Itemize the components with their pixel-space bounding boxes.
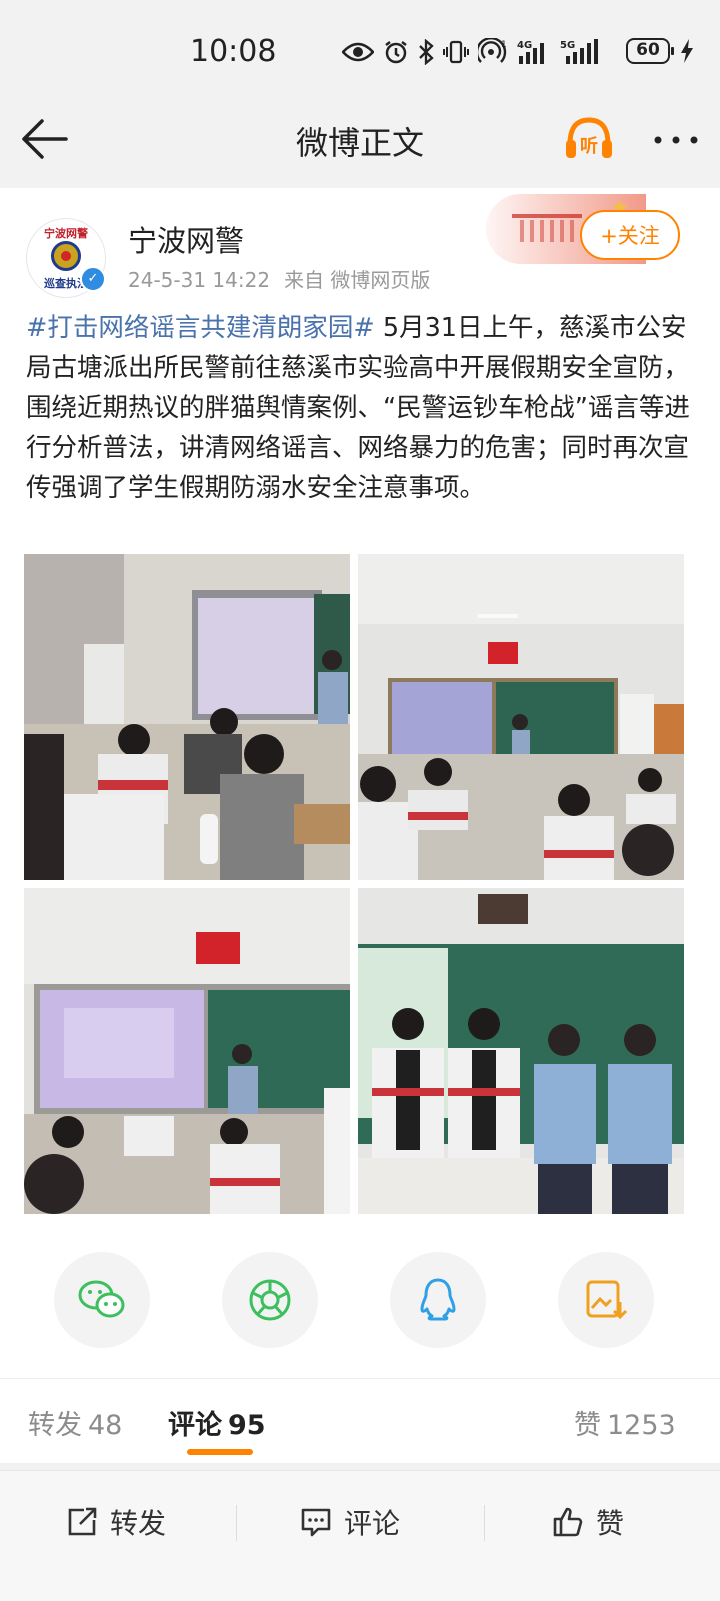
follow-button[interactable]: +关注 <box>580 210 680 260</box>
hotspot-icon: 1 <box>478 38 507 63</box>
divider <box>236 1505 237 1541</box>
top-nav: 微博正文 听 <box>0 100 720 178</box>
share-qq-button[interactable] <box>390 1252 486 1348</box>
qq-icon <box>420 1278 456 1321</box>
avatar-text-top: 宁波网警 <box>44 227 88 240</box>
repost-label: 转发 <box>110 1507 167 1540</box>
tab-likes-label: 赞 <box>574 1410 601 1441</box>
repost-icon <box>68 1507 97 1536</box>
photo-1[interactable] <box>24 554 350 880</box>
eye-icon <box>342 42 374 62</box>
status-time: 10:08 <box>190 34 277 69</box>
share-row <box>0 1252 720 1348</box>
photo-2[interactable] <box>358 554 684 880</box>
svg-text:5G: 5G <box>560 40 575 51</box>
comment-icon <box>301 1508 331 1537</box>
post-date: 24-5-31 14:22 <box>128 268 271 292</box>
photo-4[interactable] <box>358 888 684 1214</box>
comment-label: 评论 <box>344 1507 401 1540</box>
more-options-icon[interactable] <box>650 120 702 160</box>
signal-5g-icon: 5G <box>560 39 598 64</box>
divider <box>484 1505 485 1541</box>
vibrate-icon <box>443 40 469 64</box>
like-button[interactable]: 赞 <box>552 1497 624 1547</box>
save-image-button[interactable] <box>558 1252 654 1348</box>
verified-badge-icon: ✓ <box>80 266 106 292</box>
status-bar: 10:08 1 4G 5G 60 <box>0 0 720 100</box>
building-graphic <box>512 214 582 246</box>
like-label: 赞 <box>596 1507 625 1540</box>
save-image-icon <box>586 1280 628 1320</box>
tab-comments-count: 95 <box>228 1410 266 1441</box>
bluetooth-icon <box>419 39 434 65</box>
bottom-action-bar: 转发 评论 赞 <box>0 1470 720 1601</box>
share-wechat-button[interactable] <box>54 1252 150 1348</box>
police-emblem-icon <box>51 241 81 271</box>
post-source: 来自 微博网页版 <box>284 268 431 292</box>
interaction-tabs: 转发 48 评论 95 赞 1253 <box>0 1378 720 1463</box>
alarm-icon <box>385 41 407 64</box>
comment-button[interactable]: 评论 <box>300 1497 400 1547</box>
tab-comments-label: 评论 <box>168 1410 222 1441</box>
status-icons: 1 4G 5G <box>342 36 604 68</box>
share-moments-button[interactable] <box>222 1252 318 1348</box>
tab-likes[interactable]: 赞 1253 <box>574 1403 676 1442</box>
thumbs-up-icon <box>553 1507 583 1537</box>
repost-button[interactable]: 转发 <box>66 1497 166 1547</box>
photo-3[interactable] <box>24 888 350 1214</box>
charging-icon <box>681 39 693 63</box>
signal-4g-icon: 4G <box>517 40 544 64</box>
author-name[interactable]: 宁波网警 <box>128 218 244 260</box>
post-body: #打击网络谣言共建清朗家园# 5月31日上午，慈溪市公安局古塘派出所民警前往慈溪… <box>26 308 698 508</box>
svg-text:4G: 4G <box>517 40 532 51</box>
post-card: ★ 宁波网警 巡查执法 ✓ 宁波网警 24-5-31 14:22 来自 微博网页版… <box>0 188 720 1378</box>
tab-reposts[interactable]: 转发 48 <box>28 1403 122 1442</box>
hashtag-link[interactable]: #打击网络谣言共建清朗家园# <box>26 313 375 343</box>
listen-headphones-icon[interactable]: 听 <box>562 112 616 166</box>
battery-icon: 60 <box>626 38 674 64</box>
post-meta: 24-5-31 14:22 来自 微博网页版 <box>128 264 444 293</box>
tab-reposts-count: 48 <box>88 1410 123 1441</box>
svg-text:听: 听 <box>580 135 598 157</box>
wechat-icon <box>78 1280 125 1318</box>
tab-comments[interactable]: 评论 95 <box>168 1403 266 1442</box>
tab-likes-count: 1253 <box>607 1410 676 1441</box>
tab-reposts-label: 转发 <box>28 1410 82 1441</box>
svg-text:1: 1 <box>501 40 507 50</box>
photo-grid <box>24 554 684 1214</box>
moments-icon <box>249 1279 291 1321</box>
active-tab-indicator <box>187 1449 253 1455</box>
